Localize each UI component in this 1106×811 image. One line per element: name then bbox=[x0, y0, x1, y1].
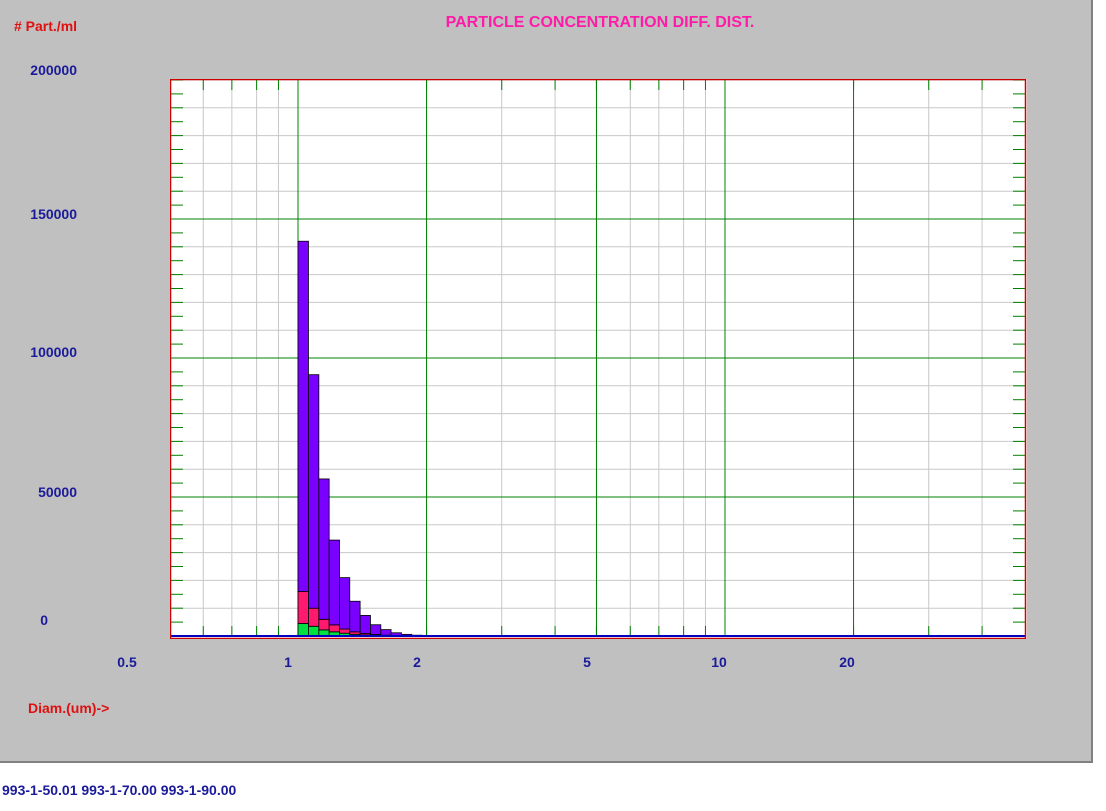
histogram-bar bbox=[308, 607, 320, 627]
histogram-bar bbox=[308, 374, 320, 609]
histogram-bar bbox=[318, 478, 330, 620]
y-axis-unit-label: # Part./ml bbox=[14, 18, 78, 34]
x-tick-label: 2 bbox=[413, 654, 421, 670]
x-tick-label: 20 bbox=[839, 654, 855, 670]
histogram-bar bbox=[359, 615, 371, 634]
x-tick-label: 1 bbox=[284, 654, 292, 670]
x-tick-label: 5 bbox=[583, 654, 591, 670]
histogram-bar bbox=[349, 600, 361, 633]
y-tick-label: 50000 bbox=[38, 484, 77, 500]
histogram-bar bbox=[370, 624, 382, 635]
y-tick-label: 200000 bbox=[30, 62, 77, 78]
histogram-bar bbox=[339, 628, 351, 634]
chart-title: PARTICLE CONCENTRATION DIFF. DIST. bbox=[445, 14, 755, 31]
y-tick-label: 0 bbox=[40, 612, 48, 628]
y-tick-label: 100000 bbox=[30, 344, 77, 360]
x-tick-label: 0.5 bbox=[117, 654, 137, 670]
x-axis-unit-label: Diam.(um)-> bbox=[28, 700, 110, 716]
plot-area bbox=[170, 79, 1027, 639]
chart-panel: # Part./ml PARTICLE CONCENTRATION DIFF. … bbox=[0, 0, 1093, 763]
histogram-bar bbox=[328, 539, 340, 626]
y-tick-label: 150000 bbox=[30, 206, 77, 222]
histogram-bar bbox=[328, 624, 340, 633]
histogram-bar bbox=[297, 623, 309, 637]
histogram-bar bbox=[297, 240, 309, 592]
histogram-bar bbox=[297, 591, 309, 624]
x-tick-label: 10 bbox=[711, 654, 727, 670]
series-legend: 993-1-50.01 993-1-70.00 993-1-90.00 bbox=[2, 782, 237, 798]
histogram-bar bbox=[308, 625, 320, 637]
histogram-bar bbox=[380, 629, 392, 636]
histogram-bar bbox=[318, 618, 330, 631]
histogram-bar bbox=[339, 577, 351, 630]
